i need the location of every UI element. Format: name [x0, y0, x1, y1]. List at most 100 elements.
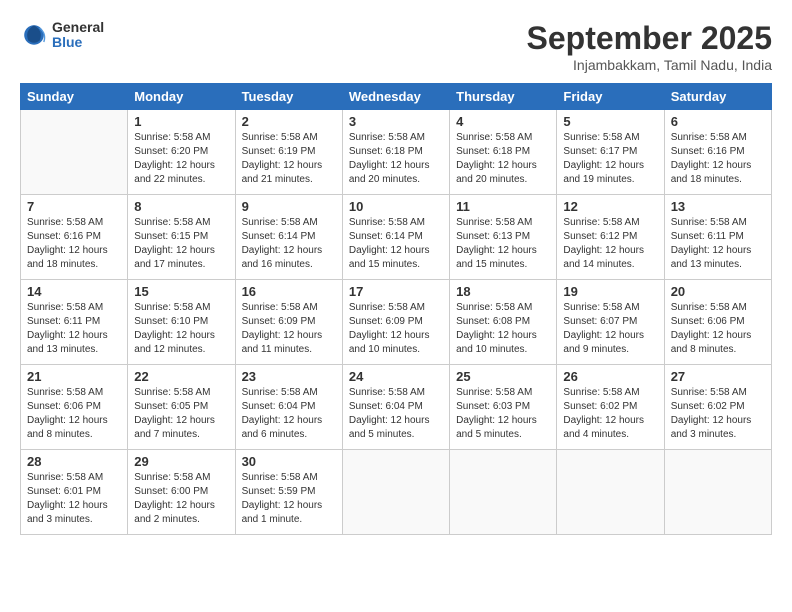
day-info: Sunrise: 5:58 AM Sunset: 6:16 PM Dayligh… — [671, 131, 765, 187]
logo-blue-text: Blue — [52, 35, 104, 50]
day-number: 15 — [134, 284, 228, 299]
day-number: 17 — [349, 284, 443, 299]
day-number: 25 — [456, 369, 550, 384]
day-number: 13 — [671, 199, 765, 214]
day-info: Sunrise: 5:58 AM Sunset: 6:10 PM Dayligh… — [134, 301, 228, 357]
day-number: 23 — [242, 369, 336, 384]
title-section: September 2025 Injambakkam, Tamil Nadu, … — [527, 20, 772, 73]
day-number: 29 — [134, 454, 228, 469]
page-header: General Blue September 2025 Injambakkam,… — [20, 20, 772, 73]
day-number: 27 — [671, 369, 765, 384]
day-number: 6 — [671, 114, 765, 129]
day-info: Sunrise: 5:58 AM Sunset: 6:19 PM Dayligh… — [242, 131, 336, 187]
day-number: 16 — [242, 284, 336, 299]
day-info: Sunrise: 5:58 AM Sunset: 6:12 PM Dayligh… — [563, 216, 657, 272]
day-cell: 15 Sunrise: 5:58 AM Sunset: 6:10 PM Dayli… — [128, 280, 235, 365]
day-cell: 9Sunrise: 5:58 AM Sunset: 6:14 PM Daylig… — [235, 195, 342, 280]
week-row-1: 1 Sunrise: 5:58 AM Sunset: 6:20 PM Daylig… — [21, 110, 772, 195]
day-info: Sunrise: 5:58 AM Sunset: 6:14 PM Dayligh… — [349, 216, 443, 272]
day-cell — [21, 110, 128, 195]
day-cell: 16 Sunrise: 5:58 AM Sunset: 6:09 PM Dayli… — [235, 280, 342, 365]
day-info: Sunrise: 5:58 AM Sunset: 6:16 PM Dayligh… — [27, 216, 121, 272]
week-row-2: 7 Sunrise: 5:58 AM Sunset: 6:16 PM Daylig… — [21, 195, 772, 280]
day-info: Sunrise: 5:58 AM Sunset: 6:01 PM Dayligh… — [27, 471, 121, 527]
day-cell — [450, 450, 557, 535]
day-number: 19 — [563, 284, 657, 299]
day-cell: 4 Sunrise: 5:58 AM Sunset: 6:18 PM Daylig… — [450, 110, 557, 195]
day-cell: 29 Sunrise: 5:58 AM Sunset: 6:00 PM Dayli… — [128, 450, 235, 535]
day-info: Sunrise: 5:58 AM Sunset: 6:04 PM Dayligh… — [242, 386, 336, 442]
week-row-3: 14 Sunrise: 5:58 AM Sunset: 6:11 PM Dayli… — [21, 280, 772, 365]
day-cell — [557, 450, 664, 535]
day-info: Sunrise: 5:58 AM Sunset: 5:59 PM Dayligh… — [242, 471, 336, 527]
day-info: Sunrise: 5:58 AM Sunset: 6:06 PM Dayligh… — [671, 301, 765, 357]
day-number: 10 — [349, 199, 443, 214]
day-number: 12 — [563, 199, 657, 214]
day-cell: 30 Sunrise: 5:58 AM Sunset: 5:59 PM Dayli… — [235, 450, 342, 535]
day-cell: 17 Sunrise: 5:58 AM Sunset: 6:09 PM Dayli… — [342, 280, 449, 365]
day-info: Sunrise: 5:58 AM Sunset: 6:09 PM Dayligh… — [349, 301, 443, 357]
day-cell: 5Sunrise: 5:58 AM Sunset: 6:17 PM Daylig… — [557, 110, 664, 195]
day-number: 11 — [456, 199, 550, 214]
week-row-5: 28Sunrise: 5:58 AM Sunset: 6:01 PM Dayli… — [21, 450, 772, 535]
day-info: Sunrise: 5:58 AM Sunset: 6:04 PM Dayligh… — [349, 386, 443, 442]
day-cell: 10 Sunrise: 5:58 AM Sunset: 6:14 PM Dayli… — [342, 195, 449, 280]
day-info: Sunrise: 5:58 AM Sunset: 6:09 PM Dayligh… — [242, 301, 336, 357]
day-cell: 14 Sunrise: 5:58 AM Sunset: 6:11 PM Dayli… — [21, 280, 128, 365]
day-number: 24 — [349, 369, 443, 384]
day-cell: 18Sunrise: 5:58 AM Sunset: 6:08 PM Dayli… — [450, 280, 557, 365]
day-info: Sunrise: 5:58 AM Sunset: 6:05 PM Dayligh… — [134, 386, 228, 442]
day-number: 18 — [456, 284, 550, 299]
day-info: Sunrise: 5:58 AM Sunset: 6:11 PM Dayligh… — [671, 216, 765, 272]
day-info: Sunrise: 5:58 AM Sunset: 6:03 PM Dayligh… — [456, 386, 550, 442]
day-number: 20 — [671, 284, 765, 299]
day-cell: 13 Sunrise: 5:58 AM Sunset: 6:11 PM Dayli… — [664, 195, 771, 280]
day-cell: 22 Sunrise: 5:58 AM Sunset: 6:05 PM Dayli… — [128, 365, 235, 450]
day-number: 8 — [134, 199, 228, 214]
day-cell — [342, 450, 449, 535]
day-info: Sunrise: 5:58 AM Sunset: 6:20 PM Dayligh… — [134, 131, 228, 187]
day-cell: 8 Sunrise: 5:58 AM Sunset: 6:15 PM Daylig… — [128, 195, 235, 280]
day-cell: 21Sunrise: 5:58 AM Sunset: 6:06 PM Dayli… — [21, 365, 128, 450]
day-cell: 7 Sunrise: 5:58 AM Sunset: 6:16 PM Daylig… — [21, 195, 128, 280]
day-info: Sunrise: 5:58 AM Sunset: 6:11 PM Dayligh… — [27, 301, 121, 357]
day-info: Sunrise: 5:58 AM Sunset: 6:02 PM Dayligh… — [671, 386, 765, 442]
day-cell: 26 Sunrise: 5:58 AM Sunset: 6:02 PM Dayli… — [557, 365, 664, 450]
day-info: Sunrise: 5:58 AM Sunset: 6:00 PM Dayligh… — [134, 471, 228, 527]
location-subtitle: Injambakkam, Tamil Nadu, India — [527, 57, 772, 73]
day-cell: 27 Sunrise: 5:58 AM Sunset: 6:02 PM Dayli… — [664, 365, 771, 450]
day-number: 3 — [349, 114, 443, 129]
day-number: 22 — [134, 369, 228, 384]
header-wednesday: Wednesday — [342, 84, 449, 110]
day-info: Sunrise: 5:58 AM Sunset: 6:02 PM Dayligh… — [563, 386, 657, 442]
day-number: 1 — [134, 114, 228, 129]
day-cell: 3Sunrise: 5:58 AM Sunset: 6:18 PM Daylig… — [342, 110, 449, 195]
header-tuesday: Tuesday — [235, 84, 342, 110]
day-cell: 1 Sunrise: 5:58 AM Sunset: 6:20 PM Daylig… — [128, 110, 235, 195]
day-info: Sunrise: 5:58 AM Sunset: 6:17 PM Dayligh… — [563, 131, 657, 187]
day-number: 21 — [27, 369, 121, 384]
day-info: Sunrise: 5:58 AM Sunset: 6:18 PM Dayligh… — [456, 131, 550, 187]
day-number: 4 — [456, 114, 550, 129]
day-cell: 23 Sunrise: 5:58 AM Sunset: 6:04 PM Dayli… — [235, 365, 342, 450]
day-info: Sunrise: 5:58 AM Sunset: 6:14 PM Dayligh… — [242, 216, 336, 272]
day-info: Sunrise: 5:58 AM Sunset: 6:15 PM Dayligh… — [134, 216, 228, 272]
day-number: 14 — [27, 284, 121, 299]
logo: General Blue — [20, 20, 104, 51]
calendar-header-row: SundayMondayTuesdayWednesdayThursdayFrid… — [21, 84, 772, 110]
logo-icon — [20, 21, 48, 49]
day-info: Sunrise: 5:58 AM Sunset: 6:13 PM Dayligh… — [456, 216, 550, 272]
day-cell: 12 Sunrise: 5:58 AM Sunset: 6:12 PM Dayli… — [557, 195, 664, 280]
day-cell: 24 Sunrise: 5:58 AM Sunset: 6:04 PM Dayli… — [342, 365, 449, 450]
day-cell: 19 Sunrise: 5:58 AM Sunset: 6:07 PM Dayli… — [557, 280, 664, 365]
day-number: 7 — [27, 199, 121, 214]
day-cell: 25 Sunrise: 5:58 AM Sunset: 6:03 PM Dayli… — [450, 365, 557, 450]
logo-text: General Blue — [52, 20, 104, 51]
day-number: 26 — [563, 369, 657, 384]
day-cell: 20 Sunrise: 5:58 AM Sunset: 6:06 PM Dayli… — [664, 280, 771, 365]
header-sunday: Sunday — [21, 84, 128, 110]
day-number: 2 — [242, 114, 336, 129]
day-info: Sunrise: 5:58 AM Sunset: 6:07 PM Dayligh… — [563, 301, 657, 357]
day-number: 30 — [242, 454, 336, 469]
day-cell: 2 Sunrise: 5:58 AM Sunset: 6:19 PM Daylig… — [235, 110, 342, 195]
